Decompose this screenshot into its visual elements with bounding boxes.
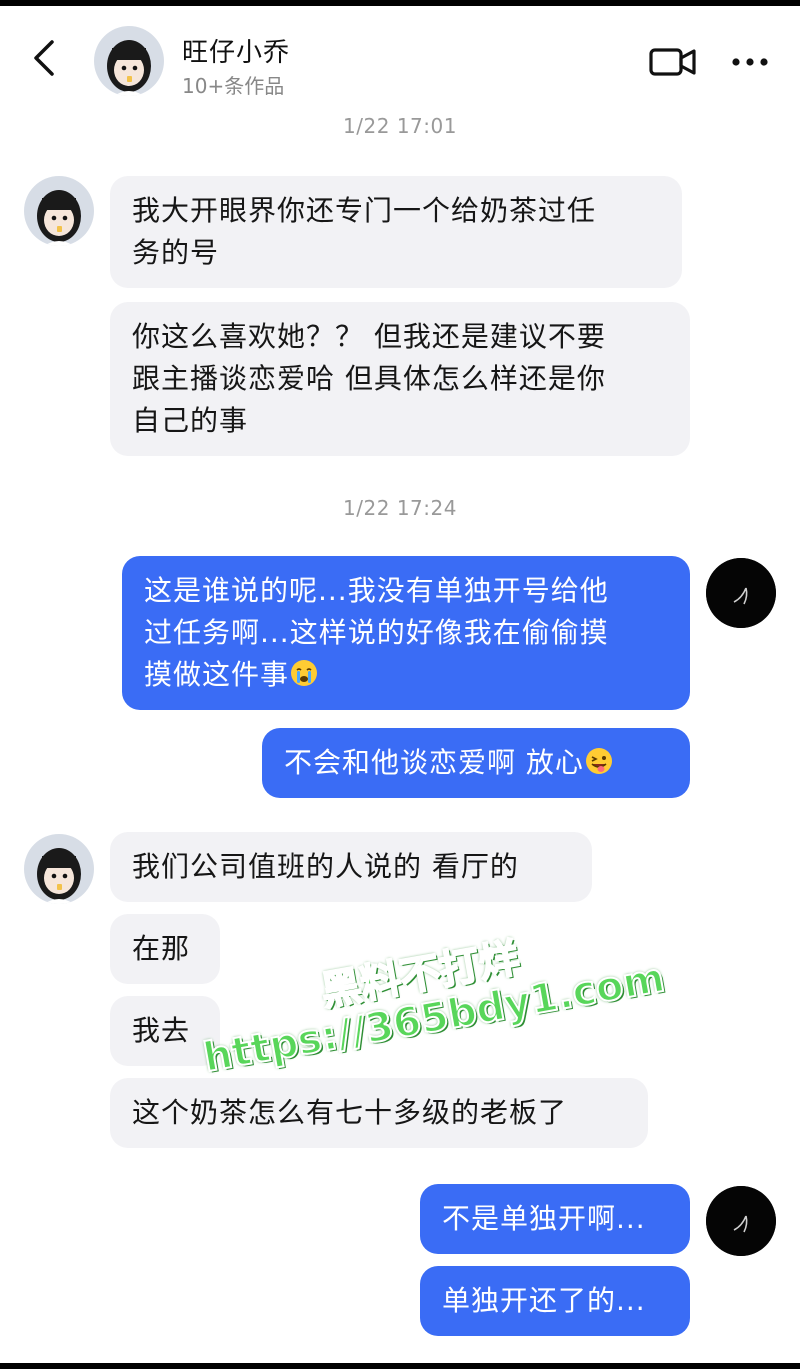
timestamp: 1/22 17:24 <box>343 496 457 520</box>
my-avatar[interactable] <box>706 1186 776 1256</box>
back-button[interactable] <box>24 36 68 80</box>
message-bubble-incoming[interactable]: 我大开眼界你还专门一个给奶茶过任 务的号 <box>110 176 682 288</box>
contact-avatar[interactable] <box>94 26 164 96</box>
message-bubble-outgoing[interactable]: 这是谁说的呢...我没有单独开号给他 过任务啊...这样说的好像我在偷偷摸 摸做… <box>122 556 690 710</box>
video-call-button[interactable] <box>648 42 698 82</box>
message-bubble-outgoing[interactable]: 不会和他谈恋爱啊 放心 <box>262 728 690 798</box>
chevron-left-icon <box>34 40 54 76</box>
message-bubble-outgoing[interactable]: 单独开还了的... <box>420 1266 690 1336</box>
contact-subtitle[interactable]: 10+条作品 <box>182 70 284 99</box>
more-options-button[interactable] <box>728 42 772 82</box>
girl-avatar-icon <box>24 176 94 246</box>
girl-avatar-icon <box>94 26 164 96</box>
message-text: 这是谁说的呢...我没有单独开号给他 过任务啊...这样说的好像我在偷偷摸 摸做… <box>144 574 609 691</box>
contact-name: 旺仔小乔 <box>182 38 291 68</box>
dark-avatar-icon <box>706 558 776 628</box>
timestamp: 1/22 17:01 <box>343 114 457 138</box>
contact-avatar[interactable] <box>24 176 94 246</box>
watermark-title: 黑料不打烊 <box>317 934 524 1016</box>
message-bubble-outgoing[interactable]: 不是单独开啊... <box>420 1184 690 1254</box>
message-bubble-incoming[interactable]: 在那 <box>110 914 220 984</box>
contact-avatar[interactable] <box>24 834 94 904</box>
message-bubble-incoming[interactable]: 我去 <box>110 996 220 1066</box>
message-bubble-incoming[interactable]: 这个奶茶怎么有七十多级的老板了 <box>110 1078 648 1148</box>
message-text: 不会和他谈恋爱啊 放心 <box>284 746 584 779</box>
chat-header: 旺仔小乔 10+条作品 <box>0 6 800 106</box>
bottom-edge <box>0 1363 800 1369</box>
message-bubble-incoming[interactable]: 你这么喜欢她？？ 但我还是建议不要 跟主播谈恋爱哈 但具体怎么样还是你 自己的事 <box>110 302 690 456</box>
winking-tongue-emoji <box>584 746 614 776</box>
dark-avatar-icon <box>706 1186 776 1256</box>
crying-face-emoji <box>289 658 319 688</box>
watermark-url: https://365bdy1.com <box>199 954 669 1082</box>
girl-avatar-icon <box>24 834 94 904</box>
message-bubble-incoming[interactable]: 我们公司值班的人说的 看厅的 <box>110 832 592 902</box>
video-camera-icon <box>649 48 696 76</box>
my-avatar[interactable] <box>706 558 776 628</box>
more-horizontal-icon <box>732 58 768 66</box>
